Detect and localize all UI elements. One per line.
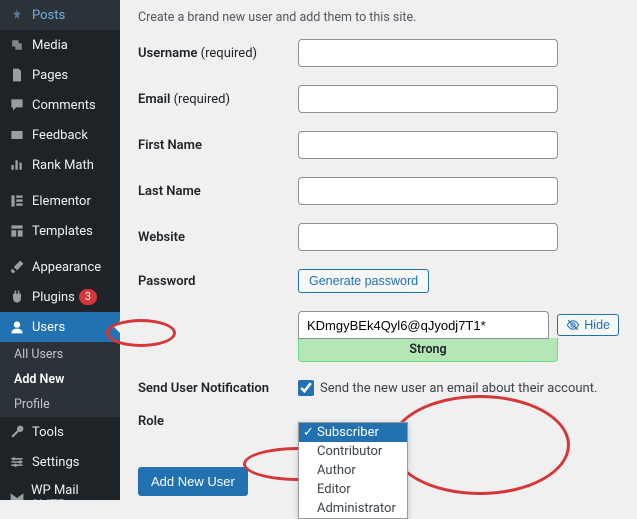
sliders-icon: [8, 453, 26, 471]
sidebar-sub-all-users[interactable]: All Users: [0, 342, 120, 367]
role-option-editor[interactable]: Editor: [299, 480, 407, 499]
mail-icon: [8, 489, 25, 500]
notification-text: Send the new user an email about their a…: [320, 381, 597, 396]
password-input[interactable]: [298, 311, 549, 339]
email-input[interactable]: [298, 85, 558, 113]
sidebar-label: Comments: [32, 98, 96, 113]
pin-icon: [8, 6, 26, 24]
sidebar-label: Tools: [32, 425, 64, 440]
sidebar-sub-profile[interactable]: Profile: [0, 392, 120, 417]
media-icon: [8, 36, 26, 54]
sidebar-label: Templates: [32, 224, 93, 239]
sidebar-item-pages[interactable]: Pages: [0, 60, 120, 90]
sidebar-label: Pages: [32, 68, 68, 83]
add-new-user-button[interactable]: Add New User: [138, 467, 248, 496]
notification-checkbox[interactable]: [298, 380, 314, 396]
role-option-author[interactable]: Author: [299, 461, 407, 480]
feedback-icon: [8, 126, 26, 144]
generate-password-button[interactable]: Generate password: [298, 269, 429, 293]
plug-icon: [8, 288, 26, 306]
role-option-contributor[interactable]: Contributor: [299, 442, 407, 461]
email-label: Email (required): [138, 92, 298, 107]
page-description: Create a brand new user and add them to …: [138, 10, 619, 25]
website-input[interactable]: [298, 223, 558, 251]
sidebar-item-templates[interactable]: Templates: [0, 216, 120, 246]
templates-icon: [8, 222, 26, 240]
sidebar-item-posts[interactable]: Posts: [0, 0, 120, 30]
sidebar-label: Settings: [32, 455, 79, 470]
sidebar-item-users[interactable]: Users: [0, 312, 120, 342]
sidebar-item-media[interactable]: Media: [0, 30, 120, 60]
username-label: Username (required): [138, 46, 298, 61]
sidebar-item-elementor[interactable]: Elementor: [0, 186, 120, 216]
sidebar-label: Rank Math: [32, 158, 94, 173]
wrench-icon: [8, 423, 26, 441]
sidebar-label: Users: [32, 320, 65, 335]
notification-label: Send User Notification: [138, 381, 298, 396]
elementor-icon: [8, 192, 26, 210]
comments-icon: [8, 96, 26, 114]
hide-password-button[interactable]: Hide: [557, 314, 619, 336]
sidebar-item-rankmath[interactable]: Rank Math: [0, 150, 120, 180]
firstname-label: First Name: [138, 138, 298, 153]
sidebar-label: Media: [32, 38, 68, 53]
sidebar-submenu-users: All Users Add New Profile: [0, 342, 120, 417]
role-option-subscriber[interactable]: Subscriber: [299, 423, 407, 442]
eye-slash-icon: [566, 318, 580, 332]
role-label: Role: [138, 414, 298, 429]
sidebar-label: Feedback: [32, 128, 88, 143]
lastname-input[interactable]: [298, 177, 558, 205]
sidebar-label: Elementor: [32, 194, 91, 209]
sidebar-item-appearance[interactable]: Appearance: [0, 252, 120, 282]
sidebar-item-plugins[interactable]: Plugins 3: [0, 282, 120, 312]
sidebar-label: Plugins: [32, 290, 75, 305]
sidebar-item-settings[interactable]: Settings: [0, 447, 120, 477]
sidebar-item-tools[interactable]: Tools: [0, 417, 120, 447]
password-strength: Strong: [298, 338, 558, 362]
role-option-administrator[interactable]: Administrator: [299, 499, 407, 518]
sidebar-sub-add-new[interactable]: Add New: [0, 367, 120, 392]
brush-icon: [8, 258, 26, 276]
sidebar-label: Posts: [32, 8, 65, 23]
chart-icon: [8, 156, 26, 174]
sidebar-item-feedback[interactable]: Feedback: [0, 120, 120, 150]
sidebar-label: WP Mail SMTP: [31, 483, 112, 500]
website-label: Website: [138, 230, 298, 245]
sidebar-item-wpmailsmtp[interactable]: WP Mail SMTP: [0, 477, 120, 500]
firstname-input[interactable]: [298, 131, 558, 159]
user-icon: [8, 318, 26, 336]
admin-sidebar: Posts Media Pages Comments Feedback Rank…: [0, 0, 120, 500]
lastname-label: Last Name: [138, 184, 298, 199]
username-input[interactable]: [298, 39, 558, 67]
password-label: Password: [138, 274, 298, 289]
pages-icon: [8, 66, 26, 84]
sidebar-item-comments[interactable]: Comments: [0, 90, 120, 120]
plugins-badge: 3: [79, 289, 97, 305]
main-content: Create a brand new user and add them to …: [120, 0, 637, 500]
role-select-dropdown[interactable]: Subscriber Contributor Author Editor Adm…: [298, 422, 408, 519]
sidebar-label: Appearance: [32, 260, 101, 275]
